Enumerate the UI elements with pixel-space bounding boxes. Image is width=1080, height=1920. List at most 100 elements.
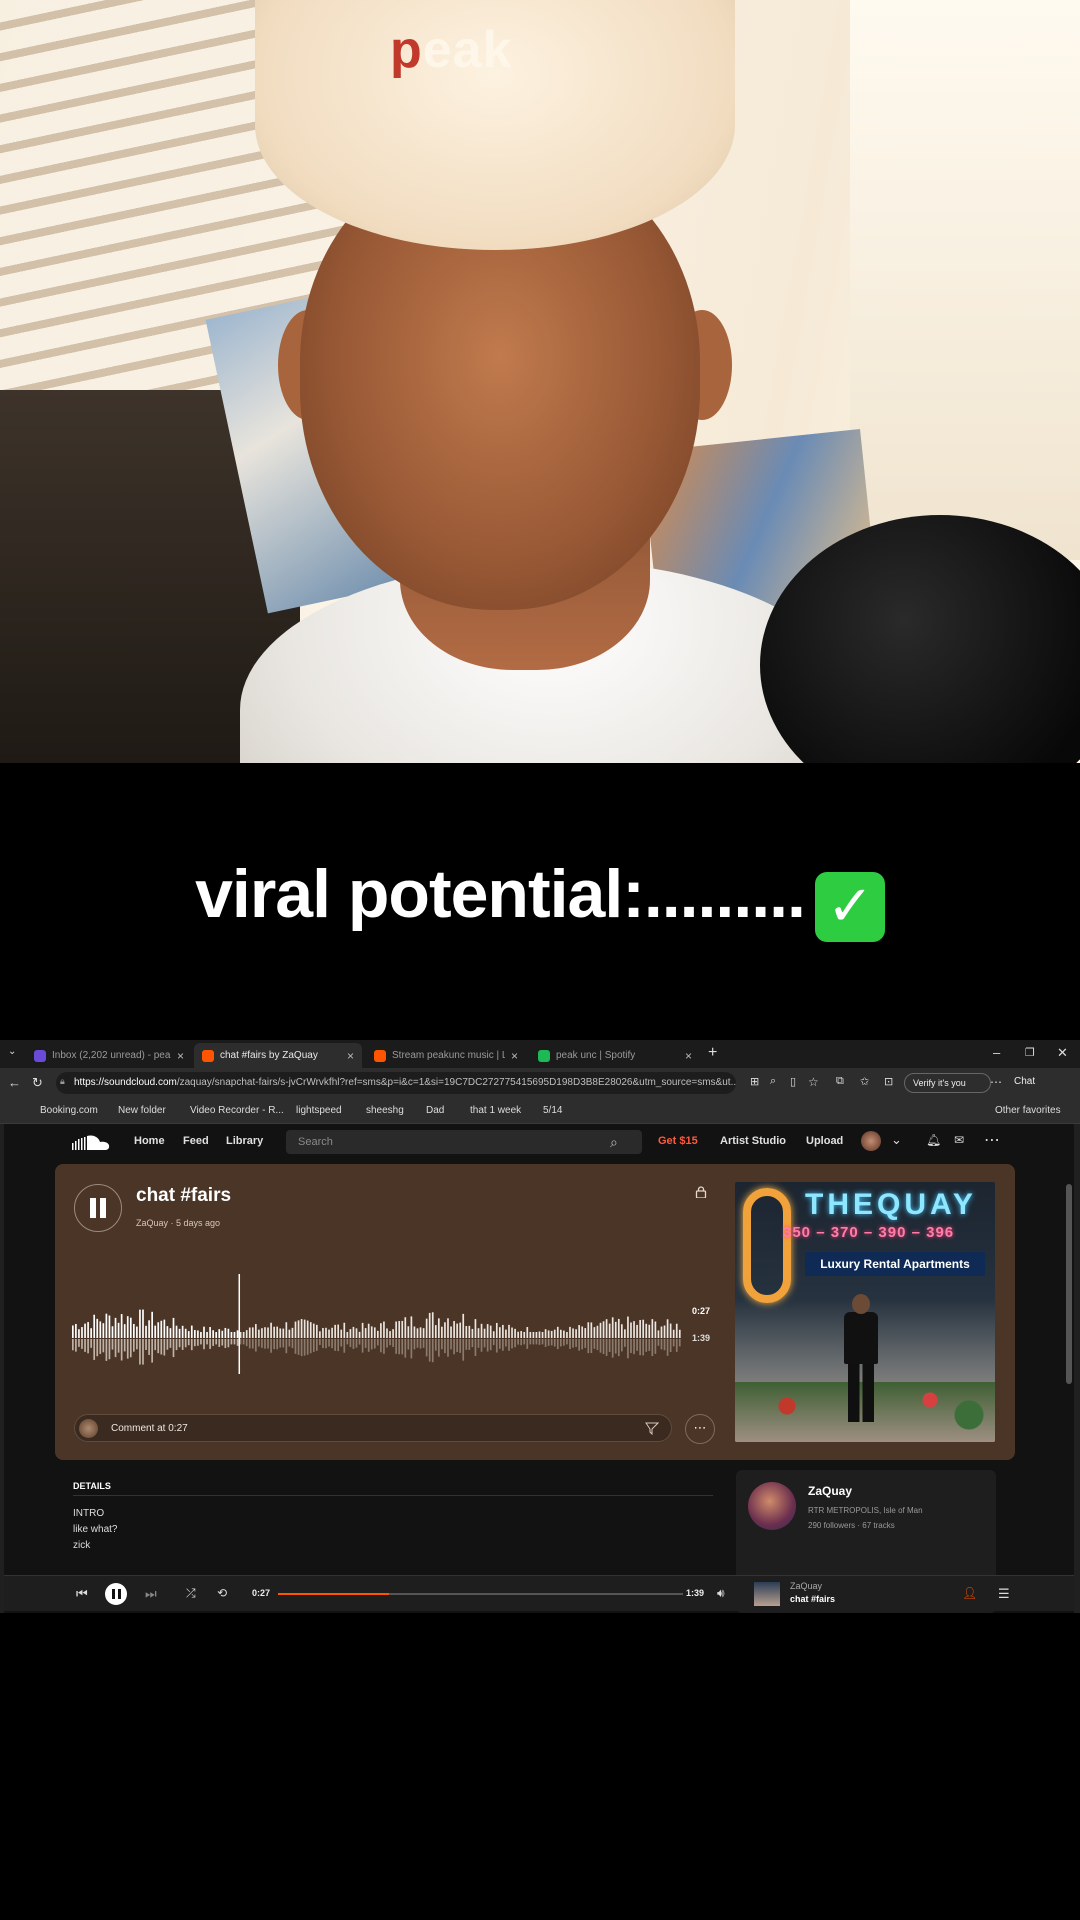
waveform-reflection-bar (605, 1339, 608, 1356)
back-arrow-icon[interactable]: ← (8, 1075, 21, 1090)
playhead-cursor[interactable] (238, 1274, 241, 1374)
send-comment-icon[interactable] (645, 1421, 659, 1435)
messages-envelope-icon[interactable]: ✉ (954, 1133, 964, 1147)
artist-studio-link[interactable]: Artist Studio (720, 1135, 786, 1147)
waveform-bar (392, 1329, 394, 1338)
artist-name[interactable]: ZaQuay (808, 1484, 852, 1498)
collections-icon[interactable]: ⊡ (884, 1075, 893, 1088)
player-artwork[interactable] (754, 1582, 780, 1606)
waveform-reflection-bar (294, 1339, 297, 1354)
waveform-bar (303, 1319, 306, 1338)
player-pause-button[interactable] (105, 1583, 127, 1605)
favorite-star-icon[interactable]: ☆ (808, 1075, 819, 1089)
split-screen-icon[interactable]: ⧉ (836, 1075, 844, 1088)
pause-button[interactable] (74, 1184, 122, 1232)
restore-icon[interactable]: ❐ (1025, 1046, 1035, 1059)
volume-icon[interactable]: 🔊︎ (717, 1586, 725, 1601)
browser-tab-1[interactable]: chat #fairs by ZaQuay × (194, 1043, 362, 1068)
waveform-reflection-bar (306, 1339, 309, 1355)
waveform-bar (669, 1323, 672, 1338)
other-favorites-folder[interactable]: Other favorites (995, 1105, 1061, 1116)
player-progress-bar[interactable] (278, 1593, 683, 1595)
more-options-icon[interactable]: ⋯ (984, 1130, 1000, 1150)
notifications-bell-icon[interactable]: 🔔︎ (926, 1133, 941, 1147)
shuffle-icon[interactable]: ⤮ (186, 1586, 196, 1601)
waveform-reflection-bar (483, 1339, 486, 1348)
close-tab-icon[interactable]: × (177, 1049, 184, 1063)
more-actions-button[interactable]: ⋯ (685, 1414, 715, 1444)
bookmark-item[interactable]: New folder (118, 1105, 166, 1116)
waveform-reflection-bar (166, 1339, 169, 1350)
queue-list-icon[interactable]: ☰ (998, 1586, 1010, 1602)
waveform-bar (370, 1326, 373, 1338)
browser-tab-0[interactable]: Inbox (2,202 unread) - peakunc@... × (26, 1043, 192, 1068)
close-tab-icon[interactable]: × (685, 1049, 692, 1063)
waveform-reflection-bar (441, 1339, 443, 1350)
more-menu-icon[interactable]: ⋯ (990, 1075, 1002, 1089)
close-window-icon[interactable]: ✕ (1057, 1045, 1068, 1061)
bookmark-item[interactable]: Dad (426, 1105, 444, 1116)
track-artwork[interactable]: THEQUAY 350 – 370 – 390 – 396 Luxury Ren… (735, 1182, 995, 1442)
waveform-reflection-bar (346, 1339, 349, 1345)
get-15-link[interactable]: Get $15 (658, 1135, 698, 1147)
player-title[interactable]: chat #fairs (790, 1594, 835, 1604)
waveform-reflection-bar (358, 1339, 361, 1345)
soundcloud-logo-icon[interactable] (72, 1134, 110, 1150)
bookmark-item[interactable]: lightspeed (296, 1105, 342, 1116)
verify-profile-button[interactable]: Verify it's you (904, 1073, 991, 1093)
copilot-chat-button[interactable]: Chat (1014, 1076, 1035, 1087)
user-avatar[interactable] (861, 1131, 881, 1151)
waveform-reflection-bar (78, 1339, 80, 1347)
tab-list-chevron-icon[interactable]: ⌄ (8, 1046, 16, 1057)
comment-input[interactable]: Comment at 0:27 (74, 1414, 672, 1442)
bookmark-item[interactable]: Video Recorder - R... (190, 1105, 284, 1116)
nav-library[interactable]: Library (226, 1135, 263, 1147)
close-tab-icon[interactable]: × (511, 1049, 518, 1063)
upload-link[interactable]: Upload (806, 1135, 843, 1147)
waveform-reflection-bar (587, 1339, 590, 1354)
waveform-reflection-bar (444, 1339, 446, 1354)
zoom-icon[interactable]: ⌕ (770, 1075, 776, 1088)
url-field[interactable]: https://soundcloud.com/zaquay/snapchat-f… (56, 1072, 736, 1094)
bookmark-item[interactable]: 5/14 (543, 1105, 562, 1116)
waveform-bar (654, 1321, 657, 1338)
track-artist[interactable]: ZaQuay (136, 1218, 168, 1228)
minimize-icon[interactable]: – (993, 1045, 1000, 1060)
close-tab-icon[interactable]: × (347, 1049, 354, 1063)
bookmark-item[interactable]: that 1 week (470, 1105, 521, 1116)
artist-avatar[interactable] (748, 1482, 796, 1530)
account-chevron-icon[interactable]: ⌄ (891, 1132, 902, 1148)
artist-tracks[interactable]: 67 tracks (862, 1521, 894, 1530)
favorites-icon[interactable]: ✩ (860, 1075, 869, 1088)
waveform-bar (288, 1329, 291, 1338)
scrollbar-thumb[interactable] (1066, 1184, 1072, 1384)
new-tab-plus-icon[interactable]: + (708, 1044, 717, 1062)
bookmark-item[interactable]: Booking.com (40, 1105, 98, 1116)
page-scrollbar[interactable] (1066, 1164, 1072, 1554)
waveform-bar (386, 1328, 388, 1338)
next-track-icon[interactable]: ⏭︎ (145, 1586, 157, 1602)
waveform-bar (197, 1330, 199, 1338)
waveform-bar (663, 1325, 666, 1338)
nav-home[interactable]: Home (134, 1135, 165, 1147)
follow-user-icon[interactable]: 👤︎ (962, 1586, 977, 1600)
reload-icon[interactable]: ↻ (32, 1075, 43, 1091)
reader-icon[interactable]: ▯ (790, 1075, 796, 1088)
apps-icon[interactable]: ⊞ (750, 1075, 759, 1088)
waveform-reflection-bar (190, 1339, 193, 1351)
browser-tab-3[interactable]: peak unc | Spotify × (530, 1043, 700, 1068)
search-icon[interactable]: ⌕ (610, 1134, 618, 1151)
artist-followers[interactable]: 290 followers (808, 1521, 855, 1530)
waveform-bar (93, 1314, 96, 1338)
repeat-icon[interactable]: ⟲ (217, 1586, 227, 1600)
nav-feed[interactable]: Feed (183, 1135, 209, 1147)
player-artist[interactable]: ZaQuay (790, 1581, 822, 1591)
search-input[interactable]: Search (286, 1130, 642, 1154)
check-mark-icon: ✓ (814, 872, 885, 942)
waveform-reflection-bar (334, 1339, 336, 1351)
previous-track-icon[interactable]: ⏮︎ (76, 1586, 88, 1602)
commenter-avatar (79, 1419, 98, 1438)
browser-tab-2[interactable]: Stream peakunc music | Listen to ... × (366, 1043, 526, 1068)
waveform[interactable] (72, 1274, 682, 1374)
bookmark-item[interactable]: sheeshg (366, 1105, 404, 1116)
